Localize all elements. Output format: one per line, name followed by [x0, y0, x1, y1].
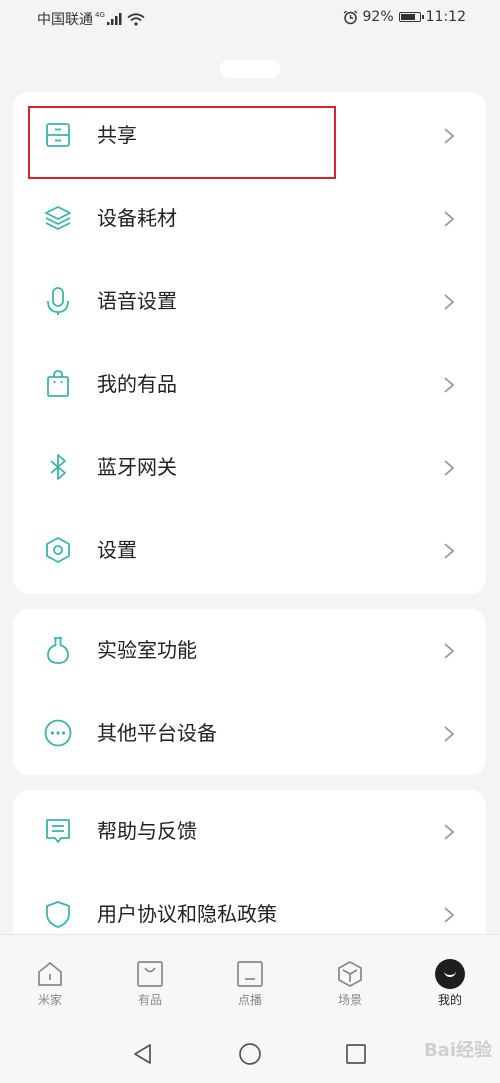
bluetooth-icon: [43, 452, 73, 482]
menu-item-label: 蓝牙网关: [97, 455, 177, 479]
shield-icon: [43, 899, 73, 929]
menu-item-label: 语音设置: [97, 289, 177, 313]
status-bar: 中国联通 4G 92% 11:12: [0, 0, 500, 36]
feedback-icon: [43, 816, 73, 846]
battery-percent: 92%: [362, 9, 394, 25]
menu-item-label: 我的有品: [97, 372, 177, 396]
chevron-right-icon: [444, 726, 455, 742]
chevron-right-icon: [444, 643, 455, 659]
menu-item-help-feedback[interactable]: 帮助与反馈: [13, 790, 486, 873]
wifi-icon: [127, 12, 145, 26]
menu-item-my-youpin[interactable]: 我的有品: [13, 343, 486, 426]
me-icon: [435, 959, 465, 989]
menu-item-settings[interactable]: 设置: [13, 509, 486, 592]
chevron-right-icon: [444, 460, 455, 476]
tab-label: 米家: [37, 993, 62, 1007]
back-button[interactable]: [131, 1042, 155, 1066]
shopping-bag-icon: [43, 369, 73, 399]
chevron-right-icon: [444, 211, 455, 227]
username-redacted: [220, 60, 280, 78]
network-type: 4G: [95, 11, 105, 19]
home-circle-icon: [239, 1043, 261, 1065]
menu-item-label: 其他平台设备: [97, 721, 217, 745]
screen: 中国联通 4G 92% 11:12 共享 设备耗材 语音设置 我的有品 蓝牙网关…: [0, 0, 500, 1083]
recents-square-icon: [346, 1044, 366, 1064]
clock: 11:12: [425, 9, 466, 25]
alarm-icon: [343, 9, 357, 24]
back-triangle-icon: [134, 1044, 151, 1064]
menu-item-other-platforms[interactable]: 其他平台设备: [13, 692, 486, 775]
chevron-right-icon: [444, 377, 455, 393]
cube-icon: [335, 959, 365, 989]
status-left: 中国联通 4G: [37, 9, 145, 29]
chevron-right-icon: [444, 907, 455, 923]
home-button[interactable]: [238, 1042, 262, 1066]
menu-item-bluetooth-gateway[interactable]: 蓝牙网关: [13, 426, 486, 509]
tab-label: 有品: [137, 993, 162, 1007]
highlight-box: [28, 106, 336, 179]
tv-icon: [235, 959, 265, 989]
battery-icon: [398, 12, 424, 22]
chevron-right-icon: [444, 294, 455, 310]
tab-label: 我的: [437, 993, 462, 1007]
menu-item-lab-features[interactable]: 实验室功能: [13, 609, 486, 692]
signal-icon: [106, 13, 122, 25]
watermark: Bai经验: [423, 1040, 492, 1061]
bottom-tab-bar: 米家 有品 点播 场景 我的: [0, 934, 500, 1023]
menu-item-consumables[interactable]: 设备耗材: [13, 177, 486, 260]
more-dots-icon: [43, 718, 73, 748]
microphone-icon: [43, 286, 73, 316]
chevron-right-icon: [444, 543, 455, 559]
chevron-right-icon: [444, 824, 455, 840]
status-right: 92% 11:12: [343, 9, 466, 25]
menu-item-voice-settings[interactable]: 语音设置: [13, 260, 486, 343]
tab-me[interactable]: 我的: [410, 959, 490, 1008]
tab-label: 点播: [237, 993, 262, 1007]
menu-item-label: 帮助与反馈: [97, 819, 197, 843]
tab-label: 场景: [337, 993, 362, 1007]
menu-item-label: 设置: [97, 538, 137, 562]
menu-item-label: 实验室功能: [97, 638, 197, 662]
hexagon-settings-icon: [43, 535, 73, 565]
chevron-right-icon: [444, 128, 455, 144]
recents-button[interactable]: [344, 1042, 368, 1066]
tab-scenes[interactable]: 场景: [310, 959, 390, 1008]
tab-mijia[interactable]: 米家: [10, 959, 90, 1008]
carrier-label: 中国联通: [37, 12, 93, 28]
store-bag-icon: [135, 959, 165, 989]
menu-card-lab: 实验室功能 其他平台设备: [13, 609, 486, 775]
flask-icon: [43, 635, 73, 665]
home-icon: [35, 959, 65, 989]
tab-youpin[interactable]: 有品: [110, 959, 190, 1008]
menu-item-label: 设备耗材: [97, 206, 177, 230]
layers-icon: [43, 203, 73, 233]
tab-video[interactable]: 点播: [210, 959, 290, 1008]
